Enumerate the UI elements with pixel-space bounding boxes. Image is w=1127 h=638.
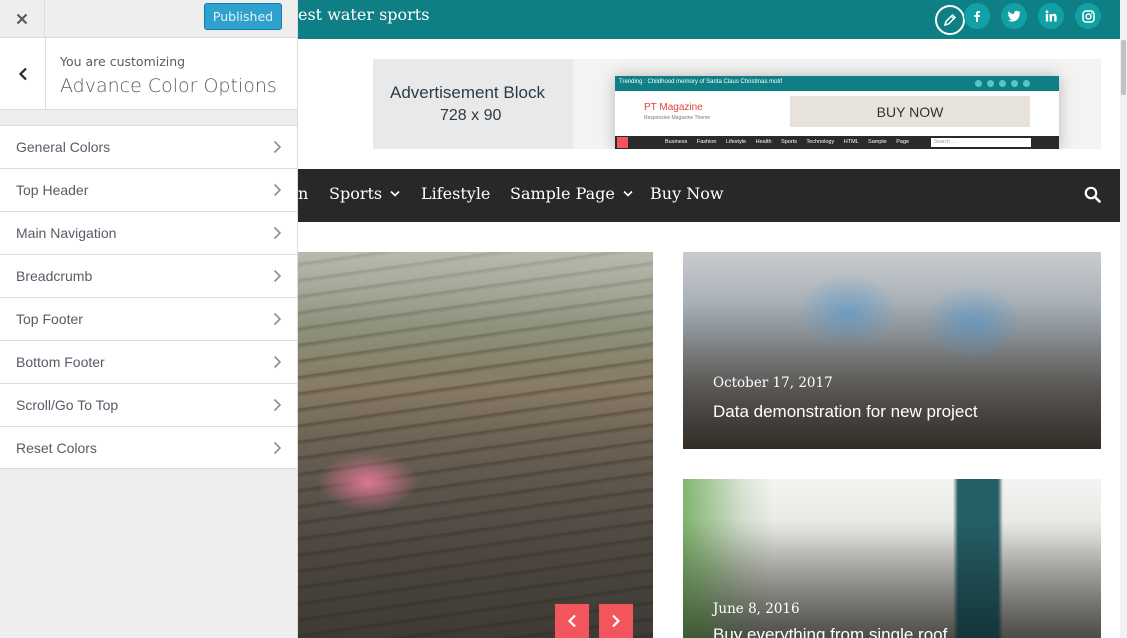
chevron-right-icon <box>273 183 282 197</box>
menu-item-top-header[interactable]: Top Header <box>0 168 297 211</box>
post-card[interactable]: October 17, 2017 Data demonstration for … <box>683 252 1101 449</box>
chevron-right-icon <box>273 441 282 455</box>
slider-next-button[interactable] <box>599 604 633 638</box>
ad-preview-home-icon <box>617 137 628 148</box>
nav-label: Buy Now <box>650 184 724 203</box>
chevron-right-icon <box>273 226 282 240</box>
menu-item-label: General Colors <box>16 139 111 155</box>
ad-preview-search: Search ... <box>931 138 1031 147</box>
instagram-icon[interactable] <box>1075 3 1101 29</box>
ad-preview-social-icon <box>999 80 1006 87</box>
nav-item-lifestyle[interactable]: Lifestyle <box>421 184 490 203</box>
chevron-down-icon <box>623 190 633 197</box>
post-title[interactable]: Data demonstration for new project <box>713 402 978 422</box>
close-icon <box>16 13 28 24</box>
menu-item-top-footer[interactable]: Top Footer <box>0 297 297 340</box>
customizing-label: You are customizing <box>60 54 186 69</box>
menu-item-main-navigation[interactable]: Main Navigation <box>0 211 297 254</box>
menu-item-label: Top Footer <box>16 311 83 327</box>
publish-button[interactable]: Published <box>204 3 282 30</box>
ad-preview-social-icon <box>987 80 994 87</box>
post-date[interactable]: June 8, 2016 <box>713 601 800 617</box>
menu-item-general-colors[interactable]: General Colors <box>0 125 297 168</box>
ad-preview-brand: PT Magazine <box>644 102 703 113</box>
menu-item-bottom-footer[interactable]: Bottom Footer <box>0 340 297 383</box>
nav-label: Sports <box>329 184 383 203</box>
featured-slider-image[interactable] <box>298 252 653 638</box>
ad-theme-preview: Trending : Childhood memory of Santa Cla… <box>615 76 1059 149</box>
main-navigation: n Sports Lifestyle Sample Page Buy Now <box>298 169 1120 222</box>
ad-preview-social-icon <box>1011 80 1018 87</box>
chevron-left-icon <box>18 67 27 80</box>
ad-buy-now-button[interactable]: BUY NOW <box>790 96 1030 127</box>
advertisement-block[interactable]: Advertisement Block 728 x 90 Trending : … <box>373 59 1101 149</box>
chevron-right-icon <box>273 312 282 326</box>
hero-background <box>298 252 653 372</box>
news-ticker-text[interactable]: est water sports <box>298 5 429 24</box>
menu-item-scroll-go-to-top[interactable]: Scroll/Go To Top <box>0 383 297 426</box>
slider-prev-button[interactable] <box>555 604 589 638</box>
ad-placeholder: Advertisement Block 728 x 90 <box>373 59 573 149</box>
chevron-right-icon <box>273 140 282 154</box>
card-overlay <box>683 518 1101 638</box>
chevron-right-icon <box>273 269 282 283</box>
facebook-icon[interactable] <box>964 3 990 29</box>
ad-preview-social-icon <box>975 80 982 87</box>
menu-item-breadcrumb[interactable]: Breadcrumb <box>0 254 297 297</box>
menu-item-label: Main Navigation <box>16 225 117 241</box>
ad-preview-topbar: Trending : Childhood memory of Santa Cla… <box>615 76 1059 91</box>
menu-item-label: Breadcrumb <box>16 268 93 284</box>
preview-scrollbar-track[interactable] <box>1120 0 1127 638</box>
nav-item-buy-now[interactable]: Buy Now <box>650 184 724 203</box>
ad-preview-tagline: Responsive Magazine Theme <box>644 115 711 121</box>
chevron-right-icon <box>273 398 282 412</box>
post-date[interactable]: October 17, 2017 <box>713 375 833 391</box>
menu-item-reset-colors[interactable]: Reset Colors <box>0 426 297 469</box>
search-icon[interactable] <box>1084 186 1101 208</box>
chevron-down-icon <box>390 190 400 197</box>
chevron-right-icon <box>612 614 621 628</box>
close-customizer-button[interactable] <box>0 0 45 37</box>
post-title[interactable]: Buy everything from single roof <box>713 625 947 638</box>
nav-item-partial[interactable]: n <box>298 184 308 203</box>
menu-item-label: Scroll/Go To Top <box>16 397 119 413</box>
menu-item-label: Reset Colors <box>16 440 97 456</box>
customizer-header: Published <box>0 0 297 38</box>
top-header-bar: est water sports <box>298 0 1120 39</box>
nav-label: Sample Page <box>510 184 615 203</box>
chevron-right-icon <box>273 355 282 369</box>
menu-item-label: Top Header <box>16 182 89 198</box>
menu-item-label: Bottom Footer <box>16 354 105 370</box>
ad-preview-trending: Trending : Childhood memory of Santa Cla… <box>619 79 783 85</box>
preview-scrollbar-thumb[interactable] <box>1121 40 1126 95</box>
color-options-list: General Colors Top Header Main Navigatio… <box>0 125 297 469</box>
back-button[interactable] <box>0 38 46 109</box>
edit-shortcut-pencil-icon[interactable] <box>935 5 965 35</box>
ad-preview-nav-items: Business Fashion Lifestyle Health Sports… <box>665 139 910 145</box>
section-header: You are customizing Advance Color Option… <box>0 38 297 110</box>
ad-size: 728 x 90 <box>440 107 502 124</box>
post-card[interactable]: June 8, 2016 Buy everything from single … <box>683 479 1101 638</box>
ad-preview-social-icon <box>1023 80 1030 87</box>
linkedin-icon[interactable] <box>1038 3 1064 29</box>
ad-preview-nav: Business Fashion Lifestyle Health Sports… <box>615 136 1059 149</box>
ad-title: Advertisement Block <box>390 83 545 102</box>
nav-item-sample-page[interactable]: Sample Page <box>510 184 633 203</box>
section-title: Advance Color Options <box>60 75 277 97</box>
nav-item-sports[interactable]: Sports <box>329 184 400 203</box>
chevron-left-icon <box>567 614 576 628</box>
twitter-icon[interactable] <box>1001 3 1027 29</box>
nav-label: Lifestyle <box>421 184 491 203</box>
customizer-sidebar: Published You are customizing Advance Co… <box>0 0 298 638</box>
